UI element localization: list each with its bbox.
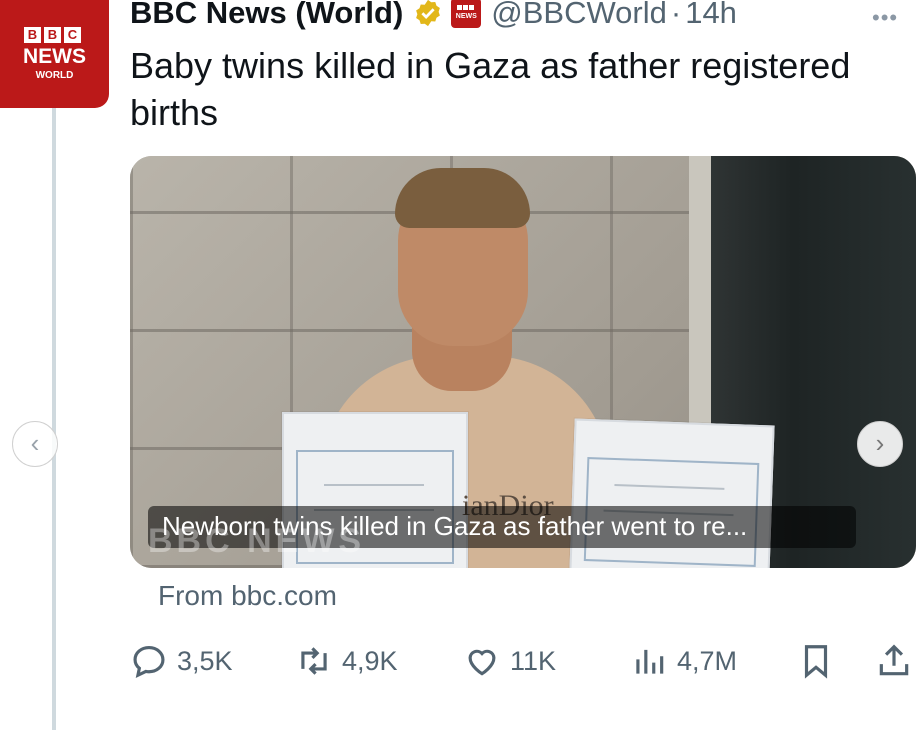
bbc-block-c: C — [64, 27, 81, 43]
heart-icon — [468, 649, 496, 676]
avatar-news-text: NEWS — [23, 45, 86, 68]
affiliate-logo-text: NEWS — [455, 13, 477, 20]
user-handle[interactable]: @BBCWorld — [491, 0, 667, 31]
bookmark-button[interactable] — [797, 636, 844, 686]
link-card[interactable]: ianDior BBC NEWS Newborn twins killed in… — [130, 156, 916, 568]
retweet-count: 4,9K — [342, 645, 398, 676]
reply-icon — [133, 645, 165, 679]
avatar-world-text: WORLD — [35, 70, 74, 81]
avatar[interactable]: B B C NEWS WORLD — [0, 0, 109, 108]
previous-arrow-icon[interactable]: ‹ — [12, 421, 58, 467]
card-source[interactable]: From bbc.com — [158, 580, 337, 612]
share-button[interactable] — [875, 636, 922, 686]
reply-count: 3,5K — [177, 645, 233, 676]
like-button[interactable]: 11K — [463, 636, 556, 686]
views-button[interactable]: 4,7M — [630, 636, 737, 686]
display-name[interactable]: BBC News (World) — [130, 0, 403, 31]
separator-dot: · — [670, 0, 682, 30]
tweet-header: BBC News (World) NEWS @BBCWorld · 14h — [130, 0, 737, 33]
thread-line — [52, 108, 56, 730]
affiliate-logo-icon[interactable]: NEWS — [451, 0, 482, 28]
bookmark-icon — [804, 645, 828, 679]
like-count: 11K — [510, 645, 557, 676]
bbc-logo-blocks: B B C — [24, 27, 81, 43]
timestamp[interactable]: 14h — [685, 0, 737, 31]
views-chart-icon — [636, 649, 664, 674]
retweet-icon — [301, 647, 327, 675]
action-bar: 3,5K 4,9K 11K 4,7M — [130, 636, 920, 686]
reply-button[interactable]: 3,5K — [130, 636, 233, 686]
retweet-button[interactable]: 4,9K — [295, 636, 398, 686]
tweet-text: Baby twins killed in Gaza as father regi… — [130, 45, 851, 133]
card-caption: Newborn twins killed in Gaza as father w… — [162, 511, 748, 541]
share-icon — [879, 644, 909, 676]
bbc-block-b2: B — [44, 27, 61, 43]
card-image-person-hair — [395, 168, 530, 228]
verified-badge-icon[interactable] — [413, 0, 443, 28]
views-count: 4,7M — [677, 645, 738, 676]
more-options-icon[interactable]: ••• — [872, 5, 898, 31]
bbc-block-b1: B — [24, 27, 41, 43]
next-arrow-icon[interactable]: › — [857, 421, 903, 467]
